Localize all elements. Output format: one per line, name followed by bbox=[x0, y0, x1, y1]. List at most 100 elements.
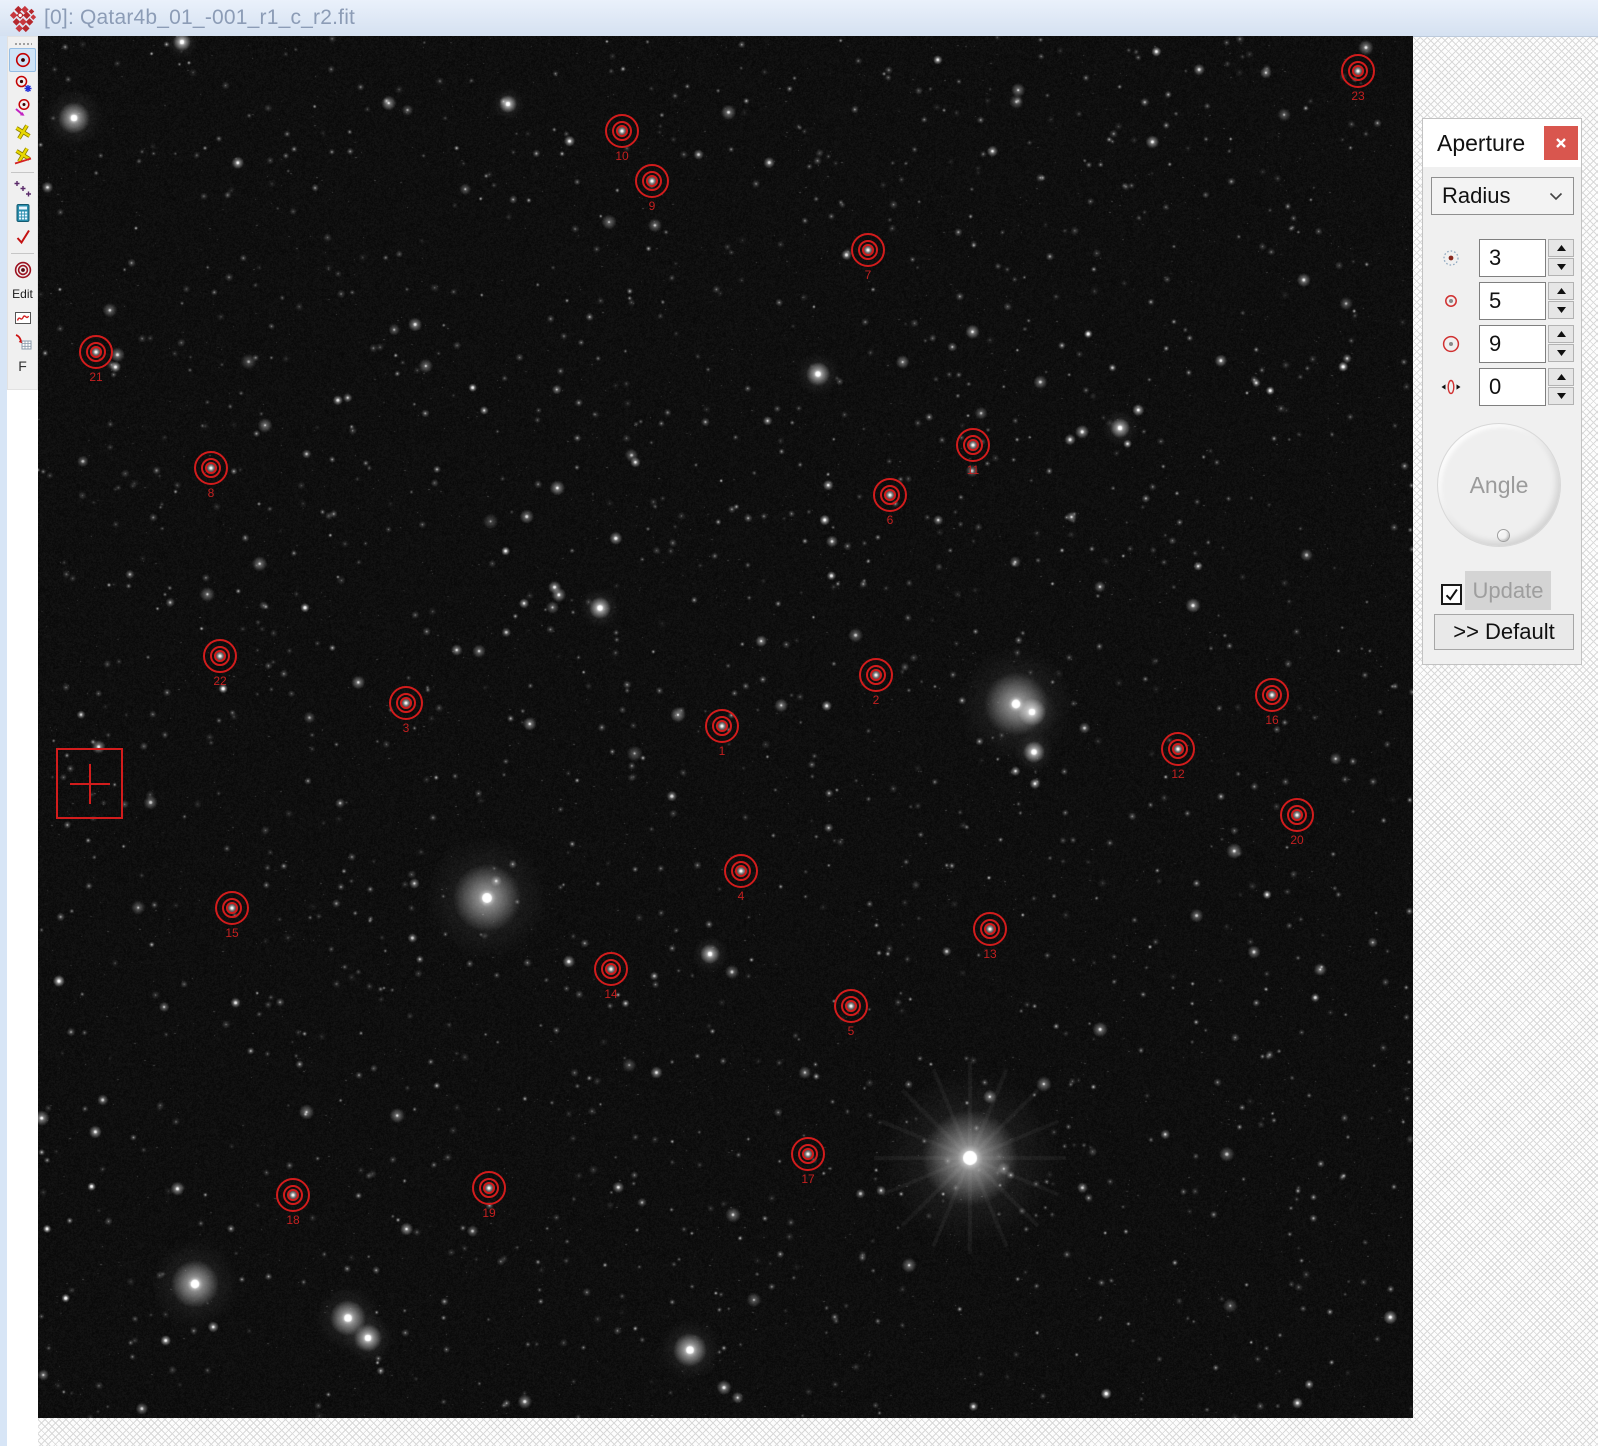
star-marker-label: 23 bbox=[1333, 89, 1383, 103]
star-marker-label: 19 bbox=[464, 1206, 514, 1220]
star-marker[interactable]: 9 bbox=[635, 164, 669, 198]
toolbar-button-export-table[interactable] bbox=[9, 330, 36, 354]
toolbar: Edit F bbox=[7, 36, 38, 390]
star-marker[interactable]: 23 bbox=[1341, 54, 1375, 88]
red-check-icon bbox=[13, 227, 33, 247]
spin-down-button[interactable] bbox=[1548, 344, 1574, 362]
spin-down-button[interactable] bbox=[1548, 301, 1574, 319]
default-button[interactable]: >> Default bbox=[1434, 614, 1574, 650]
checkmark-icon bbox=[1444, 587, 1459, 602]
star-marker-label: 11 bbox=[948, 463, 998, 477]
star-marker-label: 4 bbox=[716, 889, 766, 903]
aperture-radius-spinner bbox=[1548, 239, 1574, 277]
star-marker[interactable]: 5 bbox=[834, 989, 868, 1023]
selection-target-box[interactable] bbox=[56, 748, 123, 819]
toolbar-separator bbox=[11, 172, 34, 173]
panel-close-button[interactable] bbox=[1544, 126, 1578, 160]
toolbar-button-photometry-calc[interactable] bbox=[9, 201, 36, 225]
window-title: [0]: Qatar4b_01_-001_r1_c_r2.fit bbox=[44, 6, 355, 30]
star-marker[interactable]: 14 bbox=[594, 952, 628, 986]
toolbar-button-accept[interactable] bbox=[9, 225, 36, 249]
spin-up-button[interactable] bbox=[1548, 239, 1574, 257]
update-button[interactable]: Update bbox=[1465, 571, 1551, 610]
toolbar-grip-handle[interactable] bbox=[14, 40, 32, 46]
inner-annulus-spinner bbox=[1548, 282, 1574, 320]
star-marker[interactable]: 19 bbox=[472, 1171, 506, 1205]
edit-button-label: Edit bbox=[12, 287, 33, 301]
toolbar-button-star-delete[interactable] bbox=[9, 144, 36, 168]
calculator-icon bbox=[13, 203, 33, 223]
flip-button-label: F bbox=[18, 358, 27, 374]
aperture-ring-inner bbox=[605, 963, 617, 975]
aperture-ring-inner bbox=[862, 244, 874, 256]
angle-input[interactable] bbox=[1479, 368, 1546, 406]
star-marker-label: 3 bbox=[381, 721, 431, 735]
star-marker[interactable]: 7 bbox=[851, 233, 885, 267]
spin-up-button[interactable] bbox=[1548, 325, 1574, 343]
star-marker[interactable]: 22 bbox=[203, 639, 237, 673]
chevron-down-icon bbox=[1549, 192, 1563, 201]
angle-dial[interactable]: Angle bbox=[1437, 423, 1561, 547]
yellow-cross-slash-icon bbox=[13, 146, 33, 166]
star-marker[interactable]: 18 bbox=[276, 1178, 310, 1212]
star-marker[interactable]: 15 bbox=[215, 891, 249, 925]
star-marker[interactable]: 1 bbox=[705, 709, 739, 743]
aperture-mode-select[interactable]: Radius bbox=[1431, 177, 1574, 215]
star-marker-label: 10 bbox=[597, 149, 647, 163]
star-marker[interactable]: 3 bbox=[389, 686, 423, 720]
star-marker[interactable]: 16 bbox=[1255, 678, 1289, 712]
aperture-ring-inner bbox=[1172, 743, 1184, 755]
aperture-panel-header[interactable]: Aperture bbox=[1423, 119, 1581, 167]
star-marker-label: 17 bbox=[783, 1172, 833, 1186]
toolbar-button-star-pick[interactable] bbox=[9, 96, 36, 120]
star-marker-label: 5 bbox=[826, 1024, 876, 1038]
toolbar-button-flip[interactable]: F bbox=[9, 354, 36, 378]
toolbar-button-light-curve[interactable] bbox=[9, 306, 36, 330]
star-marker-label: 2 bbox=[851, 693, 901, 707]
spin-up-button[interactable] bbox=[1548, 282, 1574, 300]
outer-annulus-input[interactable] bbox=[1479, 325, 1546, 363]
toolbar-button-star-search[interactable] bbox=[9, 72, 36, 96]
circled-dot-icon bbox=[13, 50, 33, 70]
star-marker-label: 16 bbox=[1247, 713, 1297, 727]
aperture-ring-inner bbox=[214, 650, 226, 662]
toolbar-button-star-add[interactable] bbox=[9, 120, 36, 144]
angle-dial-knob[interactable] bbox=[1497, 529, 1510, 542]
angle-icon bbox=[1437, 368, 1465, 406]
update-checkbox[interactable] bbox=[1441, 584, 1462, 605]
star-marker[interactable]: 21 bbox=[79, 335, 113, 369]
toolbar-button-match-stars[interactable] bbox=[9, 177, 36, 201]
star-marker[interactable]: 8 bbox=[194, 451, 228, 485]
window-titlebar[interactable]: [0]: Qatar4b_01_-001_r1_c_r2.fit bbox=[0, 0, 1598, 37]
spin-down-button[interactable] bbox=[1548, 258, 1574, 276]
yellow-cross-icon bbox=[13, 122, 33, 142]
star-marker[interactable]: 17 bbox=[791, 1137, 825, 1171]
toolbar-button-aperture-select[interactable] bbox=[9, 48, 36, 72]
scatter-stars-icon bbox=[13, 179, 33, 199]
star-marker[interactable]: 10 bbox=[605, 114, 639, 148]
star-marker[interactable]: 20 bbox=[1280, 798, 1314, 832]
star-marker[interactable]: 13 bbox=[973, 912, 1007, 946]
star-marker-label: 9 bbox=[627, 199, 677, 213]
inner-annulus-icon bbox=[1437, 282, 1465, 320]
star-marker[interactable]: 6 bbox=[873, 478, 907, 512]
image-viewport[interactable]: 1234567891011121314151617181920212223 bbox=[38, 36, 1413, 1418]
star-marker[interactable]: 4 bbox=[724, 854, 758, 888]
arrow-to-table-icon bbox=[13, 332, 33, 352]
angle-row bbox=[1423, 368, 1581, 406]
star-marker[interactable]: 11 bbox=[956, 428, 990, 462]
spin-down-button[interactable] bbox=[1548, 387, 1574, 405]
aperture-radius-input[interactable] bbox=[1479, 239, 1546, 277]
crosshair-icon bbox=[89, 764, 91, 804]
aperture-ring-inner bbox=[400, 697, 412, 709]
aperture-ring-inner bbox=[205, 462, 217, 474]
toolbar-button-aperture-rings[interactable] bbox=[9, 258, 36, 282]
toolbar-button-edit[interactable]: Edit bbox=[9, 282, 36, 306]
star-marker[interactable]: 12 bbox=[1161, 732, 1195, 766]
aperture-ring-inner bbox=[984, 923, 996, 935]
star-marker-label: 18 bbox=[268, 1213, 318, 1227]
inner-annulus-input[interactable] bbox=[1479, 282, 1546, 320]
star-marker[interactable]: 2 bbox=[859, 658, 893, 692]
aperture-radius-icon bbox=[1437, 239, 1465, 277]
spin-up-button[interactable] bbox=[1548, 368, 1574, 386]
